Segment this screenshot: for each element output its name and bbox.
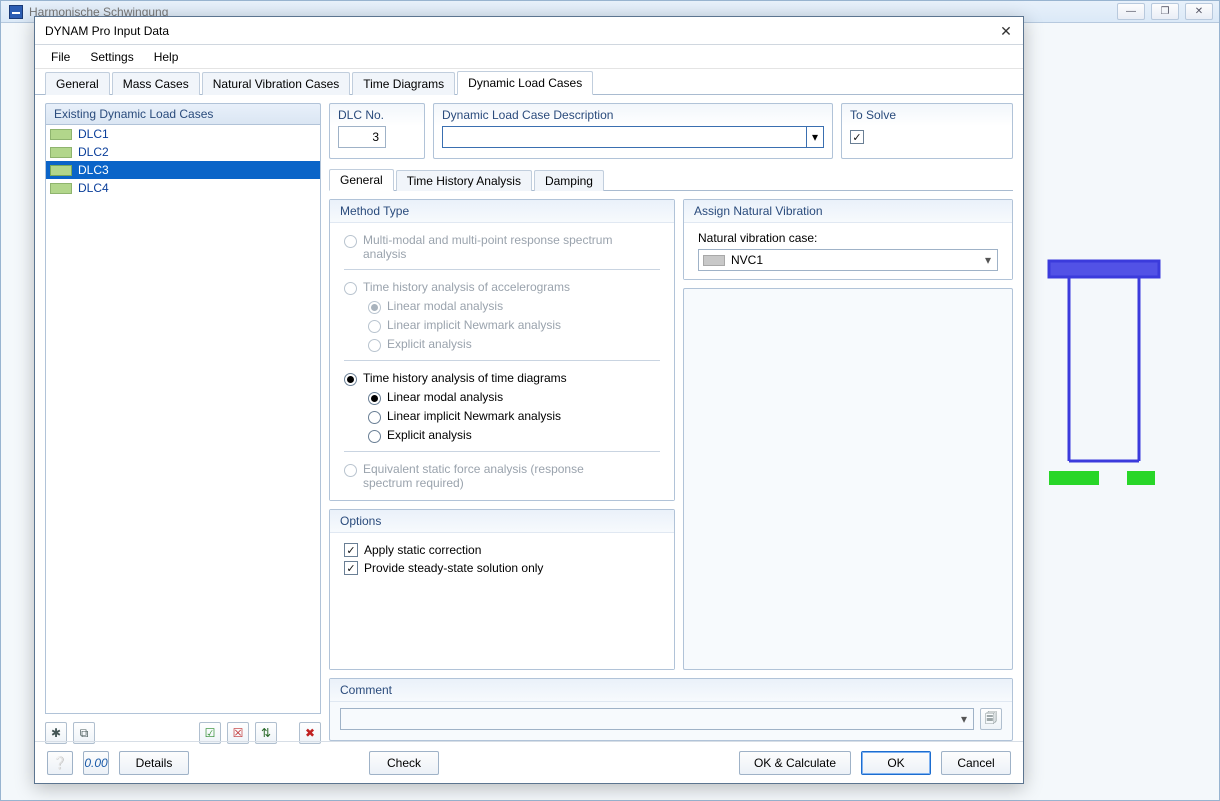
- to-solve-group: To Solve ✓: [841, 103, 1013, 159]
- mid-tab-strip: General Time History Analysis Damping: [329, 167, 1013, 191]
- list-item[interactable]: DLC2: [46, 143, 320, 161]
- options-group: Options ✓ Apply static correction ✓ Prov…: [329, 509, 675, 670]
- nvc-color-chip: [703, 255, 725, 266]
- tab-time-history-analysis[interactable]: Time History Analysis: [396, 170, 532, 191]
- radio-td-explicit-label: Explicit analysis: [387, 428, 472, 442]
- dlc-no-input[interactable]: [338, 126, 386, 148]
- dlc-description-label: Dynamic Load Case Description: [442, 108, 824, 122]
- to-solve-label: To Solve: [850, 108, 1004, 122]
- apply-static-correction-checkbox[interactable]: ✓: [344, 543, 358, 557]
- close-button[interactable]: ✕: [995, 21, 1017, 41]
- top-tab-strip: General Mass Cases Natural Vibration Cas…: [35, 69, 1023, 95]
- dlc-no-group: DLC No.: [329, 103, 425, 159]
- comment-group: Comment ▾ 🗐: [329, 678, 1013, 741]
- method-type-group: Method Type Multi-modal and multi-point …: [329, 199, 675, 501]
- parent-window-controls: — ❐ ✕: [1117, 3, 1213, 20]
- assign-nv-legend: Assign Natural Vibration: [684, 200, 1012, 223]
- comment-library-button[interactable]: 🗐: [980, 708, 1002, 730]
- dlc-description-dropdown[interactable]: ▾: [806, 126, 824, 148]
- tab-general[interactable]: General: [45, 72, 110, 95]
- dlc-description-input[interactable]: [442, 126, 806, 148]
- radio-accel-newmark: [368, 320, 381, 333]
- radio-accel-explicit: [368, 339, 381, 352]
- tab-time-diagrams[interactable]: Time Diagrams: [352, 72, 455, 95]
- check-button[interactable]: Check: [369, 751, 439, 775]
- list-item[interactable]: DLC1: [46, 125, 320, 143]
- tab-dynamic-load-cases[interactable]: Dynamic Load Cases: [457, 71, 593, 95]
- list-item-label: DLC1: [78, 127, 109, 141]
- dialog-footer: ❔ 0.00 Details Check OK & Calculate OK C…: [35, 741, 1023, 783]
- assign-natural-vibration-group: Assign Natural Vibration Natural vibrati…: [683, 199, 1013, 280]
- list-item-label: DLC2: [78, 145, 109, 159]
- dialog-header: DYNAM Pro Input Data ✕: [35, 17, 1023, 45]
- ok-calculate-button[interactable]: OK & Calculate: [739, 751, 851, 775]
- list-item[interactable]: DLC3: [46, 161, 320, 179]
- radio-accelerograms-label: Time history analysis of accelerograms: [363, 280, 570, 294]
- radio-multimodal-label: Multi-modal and multi-point response spe…: [363, 233, 623, 261]
- units-button[interactable]: 0.00: [83, 751, 109, 775]
- tab-dlc-general[interactable]: General: [329, 169, 394, 191]
- radio-accel-linear-modal-label: Linear modal analysis: [387, 299, 503, 313]
- menu-help[interactable]: Help: [150, 48, 183, 66]
- steady-state-checkbox[interactable]: ✓: [344, 561, 358, 575]
- tab-natural-vibration-cases[interactable]: Natural Vibration Cases: [202, 72, 351, 95]
- comment-input[interactable]: ▾: [340, 708, 974, 730]
- dlc-description-group: Dynamic Load Case Description ▾: [433, 103, 833, 159]
- radio-td-newmark-label: Linear implicit Newmark analysis: [387, 409, 561, 423]
- radio-multimodal: [344, 235, 357, 248]
- help-button[interactable]: ❔: [47, 751, 73, 775]
- chevron-down-icon: ▾: [979, 253, 997, 267]
- background-3d-model: [1009, 251, 1189, 534]
- dlc-color-chip: [50, 165, 72, 176]
- radio-time-diagrams[interactable]: [344, 373, 357, 386]
- existing-dlc-list[interactable]: DLC1 DLC2 DLC3 DLC4: [45, 124, 321, 714]
- tab-mass-cases[interactable]: Mass Cases: [112, 72, 200, 95]
- options-legend: Options: [330, 510, 674, 533]
- radio-accelerograms: [344, 282, 357, 295]
- list-item-label: DLC3: [78, 163, 109, 177]
- nvc-select-value: NVC1: [731, 253, 763, 267]
- radio-accel-newmark-label: Linear implicit Newmark analysis: [387, 318, 561, 332]
- dlc-color-chip: [50, 129, 72, 140]
- radio-equivalent-static-label: Equivalent static force analysis (respon…: [363, 462, 623, 490]
- radio-time-diagrams-label: Time history analysis of time diagrams: [363, 371, 567, 385]
- natural-vibration-case-select[interactable]: NVC1 ▾: [698, 249, 998, 271]
- radio-td-newmark[interactable]: [368, 411, 381, 424]
- dlc-color-chip: [50, 147, 72, 158]
- comment-legend: Comment: [330, 679, 1012, 702]
- details-button[interactable]: Details: [119, 751, 189, 775]
- chevron-down-icon: ▾: [955, 712, 973, 726]
- to-solve-checkbox[interactable]: ✓: [850, 130, 864, 144]
- minimize-button[interactable]: —: [1117, 3, 1145, 20]
- dialog-title: DYNAM Pro Input Data: [45, 24, 169, 38]
- steady-state-label: Provide steady-state solution only: [364, 561, 543, 575]
- radio-equivalent-static: [344, 464, 357, 477]
- menu-settings[interactable]: Settings: [86, 48, 137, 66]
- close-parent-button[interactable]: ✕: [1185, 3, 1213, 20]
- menu-file[interactable]: File: [47, 48, 74, 66]
- assign-nv-label: Natural vibration case:: [698, 231, 998, 245]
- tab-damping[interactable]: Damping: [534, 170, 604, 191]
- menubar: File Settings Help: [35, 45, 1023, 69]
- method-type-legend: Method Type: [330, 200, 674, 223]
- apply-static-correction-label: Apply static correction: [364, 543, 481, 557]
- list-item[interactable]: DLC4: [46, 179, 320, 197]
- maximize-button[interactable]: ❐: [1151, 3, 1179, 20]
- existing-dlc-panel: Existing Dynamic Load Cases DLC1 DLC2 DL…: [45, 103, 321, 714]
- list-item-label: DLC4: [78, 181, 109, 195]
- dlc-color-chip: [50, 183, 72, 194]
- ok-button[interactable]: OK: [861, 751, 931, 775]
- app-icon: [9, 5, 23, 19]
- dialog-window: DYNAM Pro Input Data ✕ File Settings Hel…: [34, 16, 1024, 784]
- radio-accel-linear-modal: [368, 301, 381, 314]
- radio-accel-explicit-label: Explicit analysis: [387, 337, 472, 351]
- dlc-no-label: DLC No.: [338, 108, 416, 122]
- radio-td-linear-modal[interactable]: [368, 392, 381, 405]
- radio-td-explicit[interactable]: [368, 430, 381, 443]
- preview-placeholder: [683, 288, 1013, 670]
- existing-dlc-title: Existing Dynamic Load Cases: [45, 103, 321, 124]
- radio-td-linear-modal-label: Linear modal analysis: [387, 390, 503, 404]
- cancel-button[interactable]: Cancel: [941, 751, 1011, 775]
